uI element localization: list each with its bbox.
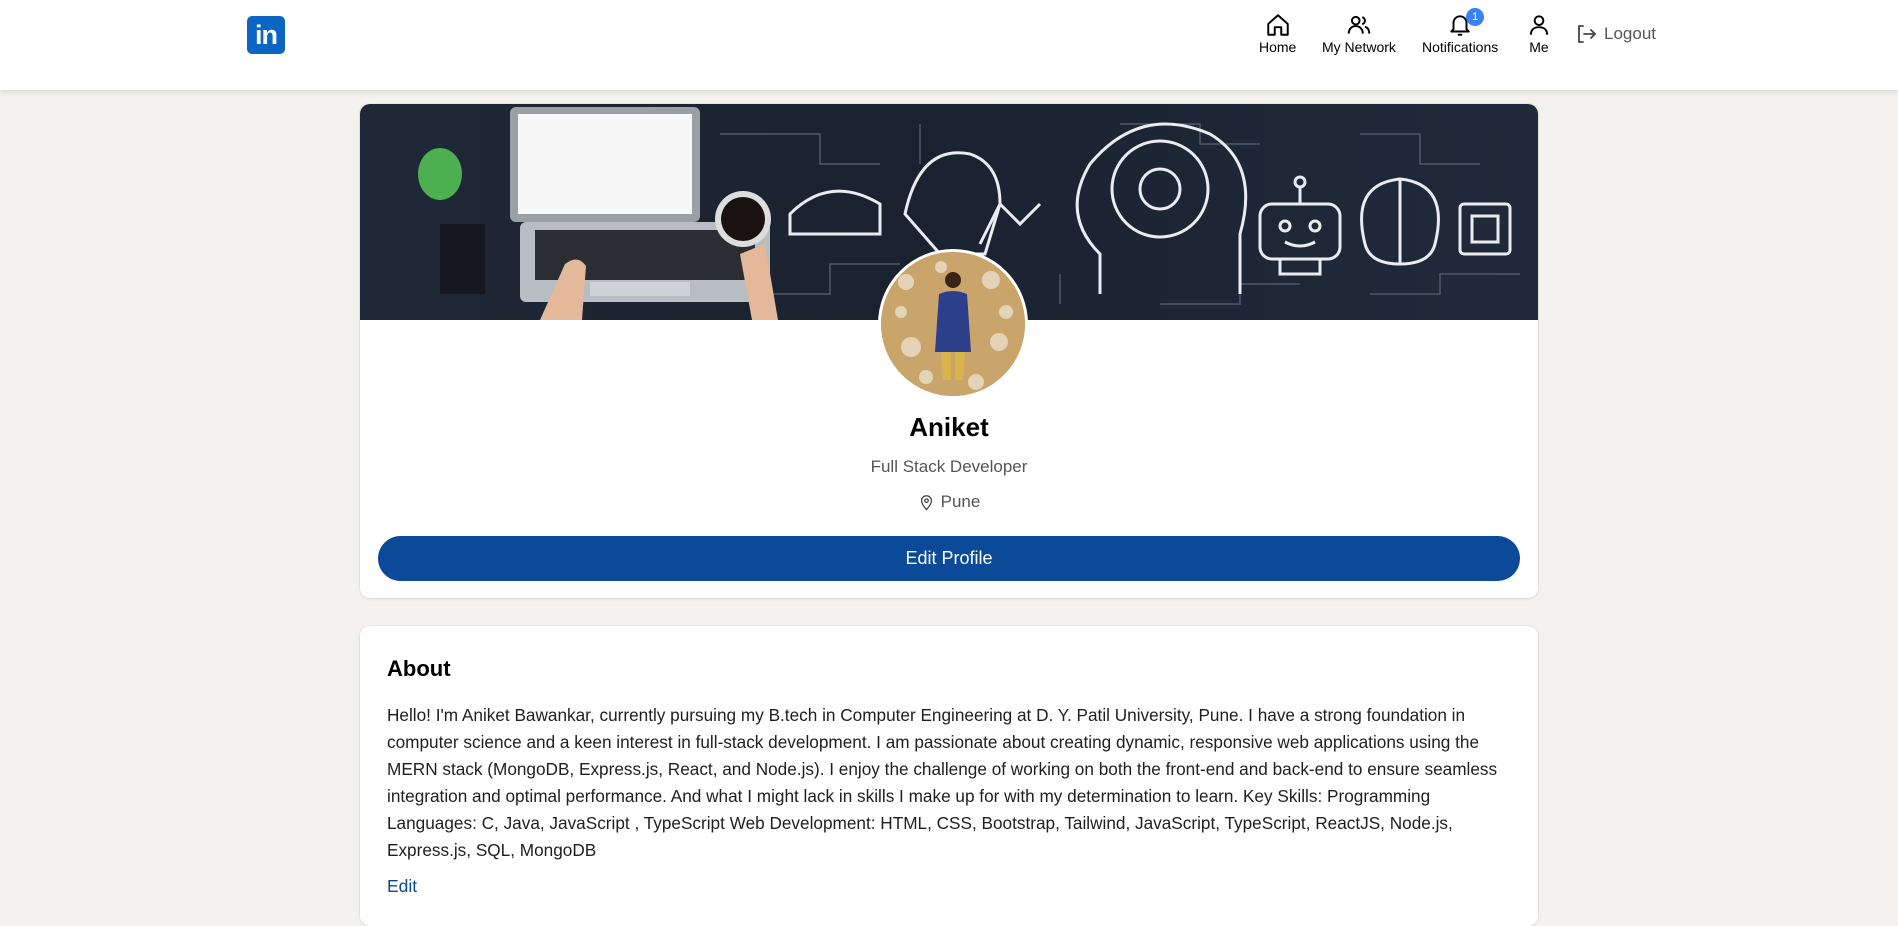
- notification-badge: 1: [1466, 8, 1485, 26]
- location-pin-icon: [920, 494, 932, 511]
- nav-me-label: Me: [1529, 39, 1549, 55]
- logout-button[interactable]: Logout: [1574, 22, 1656, 46]
- nav-home[interactable]: Home: [1259, 12, 1296, 55]
- about-text: Hello! I'm Aniket Bawankar, currently pu…: [387, 705, 1498, 860]
- nav-home-label: Home: [1259, 39, 1297, 55]
- nav-notifications-label: Notifications: [1422, 39, 1499, 55]
- about-edit-link[interactable]: Edit: [387, 876, 417, 897]
- top-navbar: in Home My Network 1 Notifications Me Lo…: [0, 0, 1898, 90]
- edit-profile-button[interactable]: Edit Profile: [378, 536, 1520, 581]
- profile-headline: Full Stack Developer: [870, 457, 1028, 476]
- location-text: Pune: [940, 492, 981, 511]
- avatar-photo: [881, 252, 1025, 396]
- about-title: About: [387, 656, 451, 681]
- nav-my-network[interactable]: My Network: [1322, 12, 1396, 55]
- profile-avatar[interactable]: [878, 249, 1028, 399]
- logout-icon: [1578, 25, 1596, 43]
- profile-name: Aniket: [909, 412, 989, 442]
- home-icon: [1266, 14, 1289, 36]
- profile-card: Aniket Full Stack Developer Pune Edit Pr…: [360, 104, 1538, 598]
- linkedin-logo[interactable]: in: [247, 16, 285, 54]
- network-icon: [1347, 15, 1371, 34]
- user-icon: [1529, 15, 1549, 35]
- nav-notifications[interactable]: 1 Notifications: [1422, 8, 1499, 55]
- about-card: About Hello! I'm Aniket Bawankar, curren…: [360, 626, 1538, 926]
- profile-location: Pune: [360, 492, 1538, 512]
- logout-label: Logout: [1604, 24, 1656, 43]
- nav-my-network-label: My Network: [1322, 39, 1396, 55]
- nav-me[interactable]: Me: [1526, 12, 1552, 55]
